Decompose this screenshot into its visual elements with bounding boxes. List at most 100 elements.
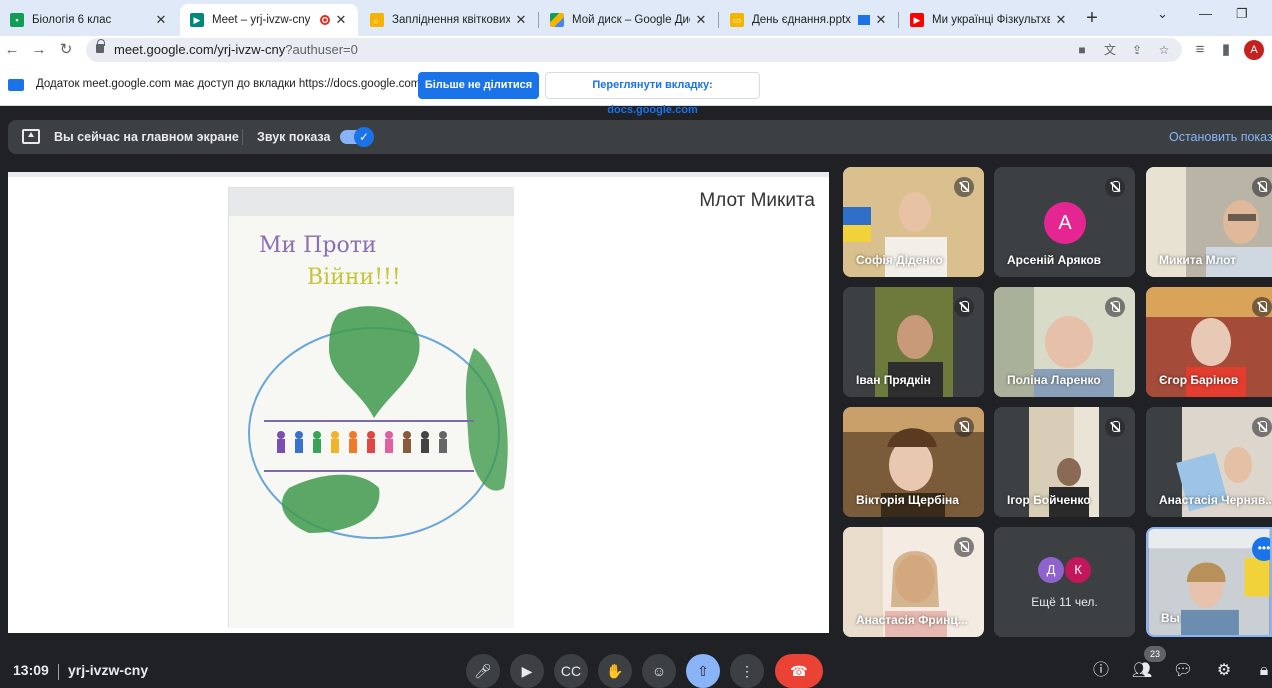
participant-tile[interactable]: Вікторія Щербіна: [843, 407, 984, 517]
chat-icon[interactable]: 💬︎: [1172, 660, 1194, 682]
participant-tile[interactable]: Іван Прядкін: [843, 287, 984, 397]
people-icon[interactable]: 👥︎: [1131, 660, 1153, 682]
participant-avatar: Д: [1038, 557, 1064, 583]
drawing-text-line2: Війни!!!: [307, 265, 401, 290]
tab-title: Ми українці Фізкультхвил: [932, 14, 1050, 26]
recording-indicator-icon: [320, 15, 330, 25]
bookmark-star-icon[interactable]: ☆: [1156, 42, 1172, 58]
tab-title: Мой диск – Google Диск: [572, 14, 690, 26]
slide-edge: [8, 172, 829, 177]
shared-presentation: Ми Проти Війни!!! Млот Микита: [8, 172, 829, 633]
participant-tile[interactable]: Єгор Барінов: [1146, 287, 1272, 397]
google-slides-icon: ▭: [730, 13, 744, 27]
muted-mic-icon: [1252, 417, 1272, 437]
meeting-info-icon[interactable]: ⓘ: [1090, 660, 1112, 682]
tab-youtube[interactable]: ▶ Ми українці Фізкультхвил ✕: [900, 4, 1078, 36]
more-options-button[interactable]: ⋮: [730, 654, 764, 688]
slide-presenter-name: Млот Микита: [699, 190, 815, 211]
participant-tile[interactable]: А Арсеній Аряков: [994, 167, 1135, 277]
tab-google-drive[interactable]: Мой диск – Google Диск ✕: [540, 4, 718, 36]
activities-icon[interactable]: ⚙: [1213, 660, 1235, 682]
leave-call-button[interactable]: ☎: [775, 654, 823, 688]
participant-tile[interactable]: Ігор Бойченко: [994, 407, 1135, 517]
browser-toolbar: ← → ↻ meet.google.com/yrj-ivzw-cny?authu…: [0, 36, 1272, 64]
participant-tile[interactable]: Микита Млот: [1146, 167, 1272, 277]
minimize-icon[interactable]: —: [1199, 6, 1212, 21]
close-tab-icon[interactable]: ✕: [334, 12, 348, 28]
tab-divider: [898, 12, 899, 28]
cast-icon: [8, 79, 24, 91]
self-view-tile[interactable]: ••• Вы: [1146, 527, 1272, 637]
forward-icon[interactable]: →: [29, 40, 49, 60]
participant-name: Арсеній Аряков: [1007, 253, 1102, 267]
child-drawing-image: Ми Проти Війни!!!: [228, 187, 514, 628]
close-tab-icon[interactable]: ✕: [1054, 12, 1068, 28]
back-icon[interactable]: ←: [2, 40, 22, 60]
side-panel-icon[interactable]: ▮: [1216, 40, 1236, 60]
more-participants-label: Ещё 11 чел.: [1031, 595, 1098, 609]
present-screen-button[interactable]: ⇧: [686, 654, 720, 688]
muted-mic-icon: [1252, 177, 1272, 197]
more-options-icon[interactable]: •••: [1252, 537, 1270, 561]
sharing-tab-icon: [858, 15, 870, 25]
camera-permission-icon[interactable]: ■: [1074, 42, 1090, 58]
participant-tile[interactable]: Анастасія Фринц...: [843, 527, 984, 637]
participant-tile[interactable]: Поліна Ларенко: [994, 287, 1135, 397]
microphone-button[interactable]: 🎤︎: [466, 654, 500, 688]
muted-mic-icon: [1252, 297, 1272, 317]
google-meet-icon: ▶: [190, 13, 204, 27]
tab-divider: [718, 12, 719, 28]
muted-mic-icon: [1105, 417, 1125, 437]
stop-sharing-button[interactable]: Більше не ділитися: [418, 72, 539, 99]
tab-unity-day[interactable]: ▭ День єднання.pptx - G ✕: [720, 4, 898, 36]
meeting-control-bar: 13:09 yrj-ivzw-cny 🎤︎ ▶ CC ✋ ☺ ⇧ ⋮ ☎ ⓘ 👥…: [0, 646, 1272, 688]
captions-button[interactable]: CC: [554, 654, 588, 688]
share-icon[interactable]: ⇪: [1129, 42, 1145, 58]
close-tab-icon[interactable]: ✕: [154, 12, 168, 28]
hand-icon: ✋: [370, 13, 384, 27]
close-tab-icon[interactable]: ✕: [514, 12, 528, 28]
presenting-status: Вы сейчас на главном экране: [54, 130, 239, 144]
meeting-code: yrj-ivzw-cny: [68, 662, 149, 678]
participant-tile[interactable]: Софія Діденко: [843, 167, 984, 277]
participant-tile[interactable]: Анастасія Черняв...: [1146, 407, 1272, 517]
participant-name: Іван Прядкін: [856, 373, 931, 387]
url-text: meet.google.com/yrj-ivzw-cny?authuser=0: [114, 42, 358, 57]
browser-tab-strip: ▪ Біологія 6 клас ✕ ▶ Meet – yrj-ivzw-cn…: [0, 0, 1272, 36]
drawing-svg: Ми Проти Війни!!!: [229, 188, 514, 628]
more-participants-tile[interactable]: Д К Ещё 11 чел.: [994, 527, 1135, 637]
camera-button[interactable]: ▶: [510, 654, 544, 688]
close-tab-icon[interactable]: ✕: [694, 12, 708, 28]
muted-mic-icon: [954, 537, 974, 557]
close-tab-icon[interactable]: ✕: [874, 12, 888, 28]
participant-name: Єгор Барінов: [1159, 373, 1239, 387]
stop-presenting-link[interactable]: Остановить показ: [1169, 130, 1272, 144]
youtube-icon: ▶: [910, 13, 924, 27]
media-control-icon[interactable]: ≡: [1190, 40, 1210, 60]
raise-hand-button[interactable]: ✋: [598, 654, 632, 688]
tab-search-chevron-icon[interactable]: ⌄: [1157, 6, 1168, 22]
checkmark-icon: ✓: [354, 127, 374, 147]
tab-meet[interactable]: ▶ Meet – yrj-ivzw-cny ✕: [180, 4, 358, 36]
divider: [58, 664, 59, 680]
participant-name: Анастасія Черняв...: [1159, 493, 1272, 507]
address-bar[interactable]: meet.google.com/yrj-ivzw-cny?authuser=0 …: [86, 38, 1182, 62]
reactions-button[interactable]: ☺: [642, 654, 676, 688]
divider: [242, 129, 243, 145]
tab-biology[interactable]: ▪ Біологія 6 клас ✕: [0, 4, 178, 36]
translate-icon[interactable]: 文: [1102, 42, 1118, 58]
switch-to-shared-tab-button[interactable]: Переглянути вкладку: docs.google.com: [545, 72, 760, 116]
participant-name: Ігор Бойченко: [1007, 493, 1091, 507]
maximize-icon[interactable]: ❐: [1236, 6, 1248, 22]
host-controls-icon[interactable]: 🔒︎: [1253, 660, 1272, 682]
drawing-text-line1: Ми Проти: [259, 233, 377, 258]
presentation-audio-toggle[interactable]: ✓: [340, 127, 374, 147]
hang-up-icon: ☎: [790, 663, 808, 679]
reload-icon[interactable]: ↻: [56, 40, 76, 60]
profile-avatar[interactable]: A: [1244, 40, 1264, 60]
new-tab-button[interactable]: +: [1080, 6, 1104, 30]
tab-fertilization[interactable]: ✋ Запліднення квіткових рос ✕: [360, 4, 538, 36]
participant-avatar: К: [1065, 557, 1091, 583]
meeting-clock: 13:09: [13, 662, 49, 678]
tab-divider: [538, 12, 539, 28]
